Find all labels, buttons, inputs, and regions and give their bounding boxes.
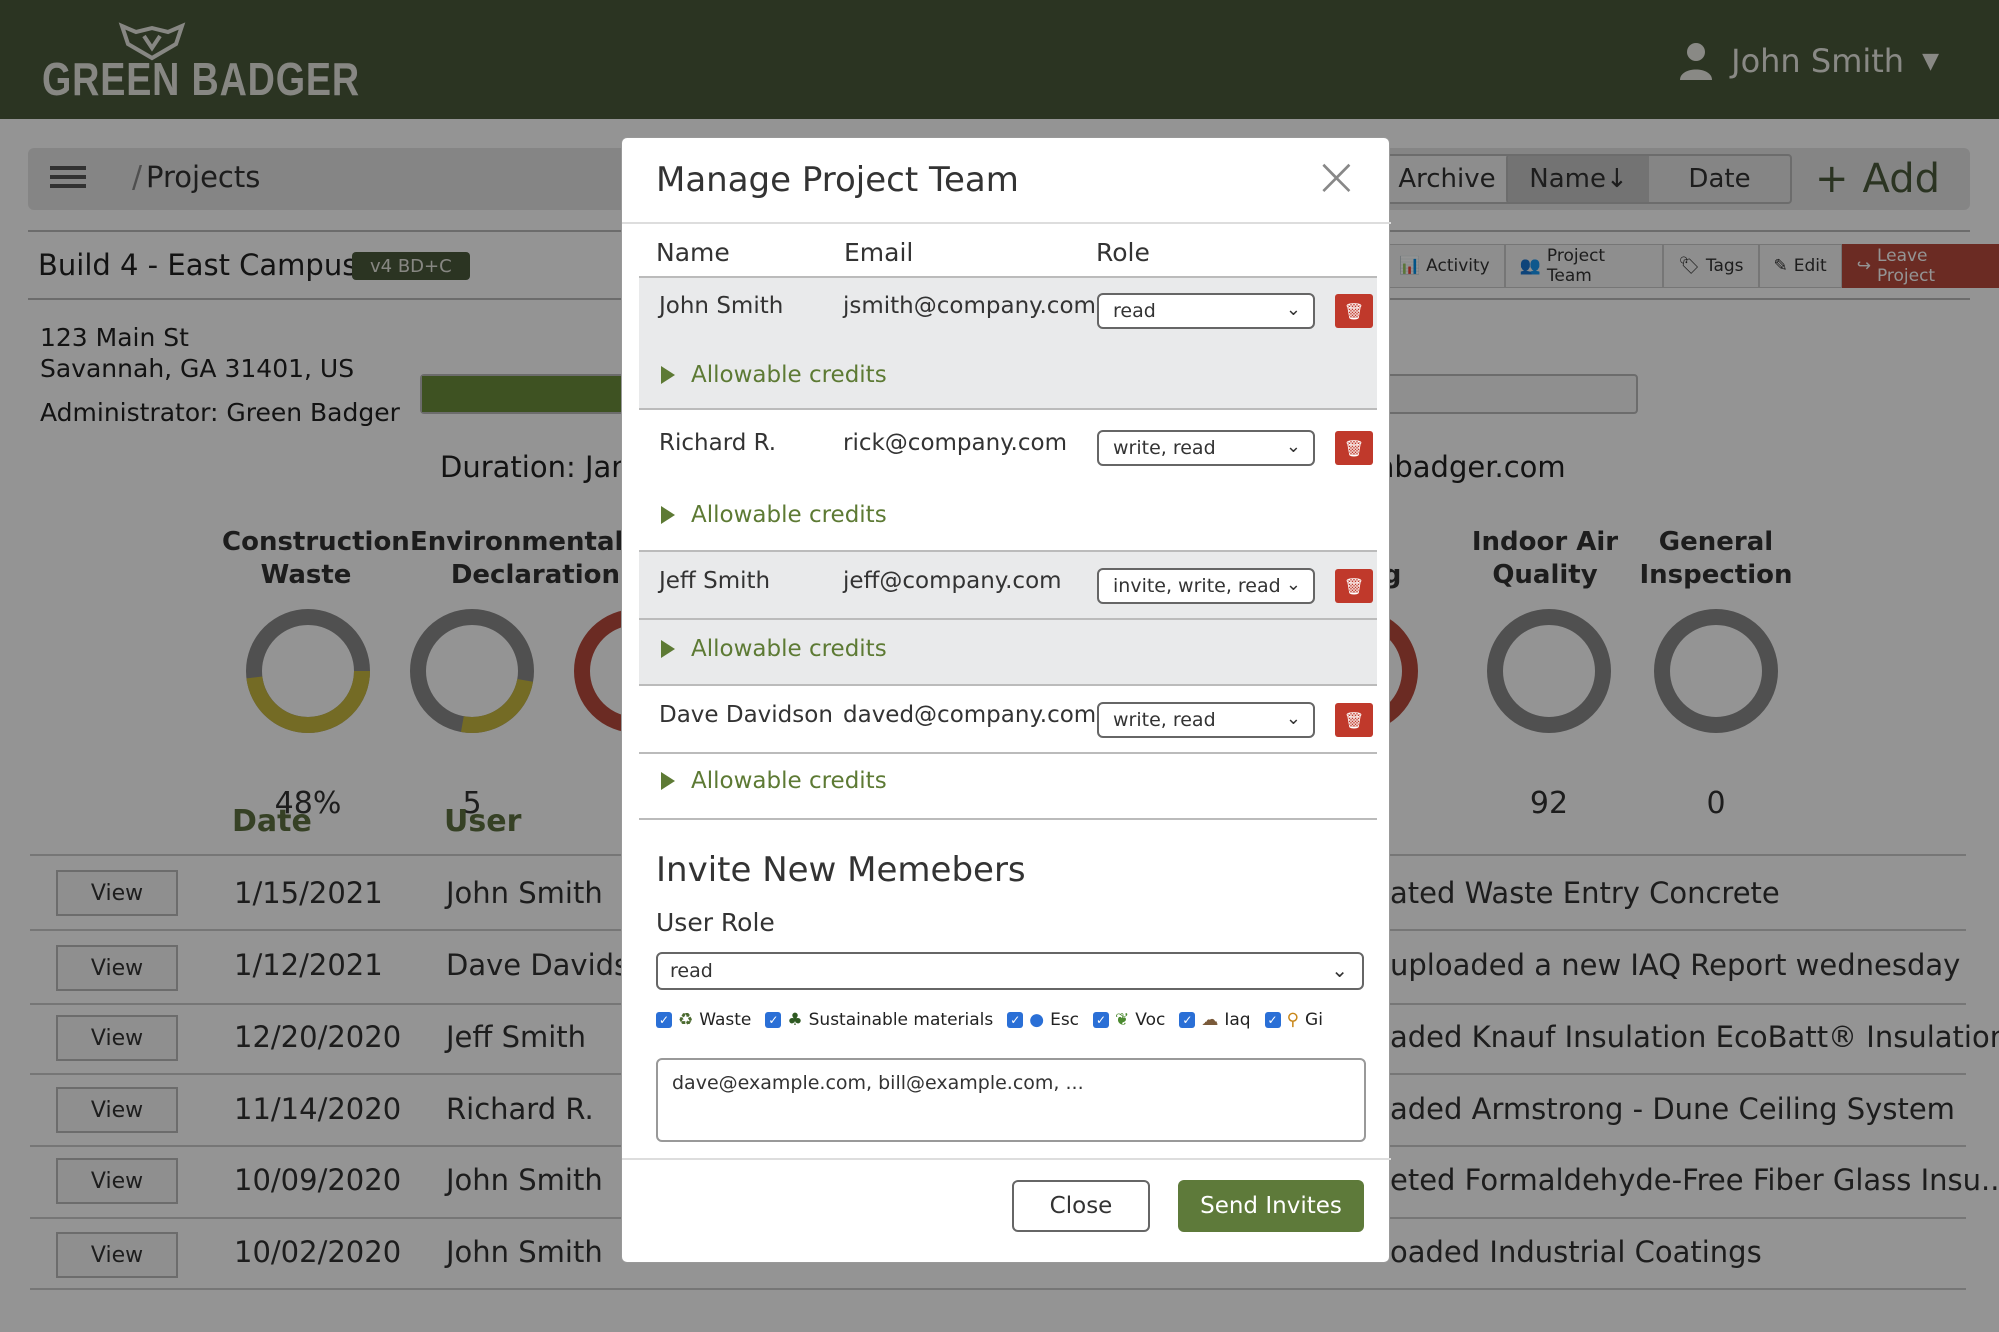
- category-label: Waste: [699, 1010, 752, 1030]
- triangle-right-icon: [661, 506, 675, 524]
- triangle-right-icon: [661, 366, 675, 384]
- trash-icon: 🗑: [1343, 301, 1365, 321]
- trash-icon: 🗑: [1343, 438, 1365, 458]
- row-divider: [639, 408, 1377, 410]
- manage-project-team-modal: Manage Project Team × Name Email Role Jo…: [621, 137, 1391, 1263]
- user-role-label: User Role: [656, 908, 775, 937]
- leaf-icon: ❦: [1115, 1010, 1130, 1030]
- category-label: Esc: [1050, 1010, 1080, 1030]
- checkbox-checked-icon[interactable]: ✓: [1264, 1012, 1281, 1028]
- column-header-role: Role: [1096, 238, 1150, 267]
- modal-divider: [622, 222, 1391, 224]
- chevron-down-icon: ⌄: [1285, 708, 1301, 729]
- send-invites-button[interactable]: Send Invites: [1178, 1180, 1364, 1232]
- member-role-select[interactable]: invite, write, read ⌄: [1097, 568, 1315, 604]
- user-role-select[interactable]: read ⌄: [656, 952, 1364, 990]
- trash-icon: 🗑: [1343, 710, 1365, 730]
- member-name: Jeff Smith: [659, 568, 771, 594]
- invite-section-title: Invite New Memebers: [656, 850, 1026, 890]
- category-label: Iaq: [1224, 1010, 1251, 1030]
- role-value: invite, write, read: [1113, 575, 1281, 597]
- row-divider: [639, 684, 1377, 686]
- user-role-value: read: [670, 960, 713, 982]
- tree-icon: ♣: [787, 1010, 803, 1030]
- chevron-down-icon: ⌄: [1331, 958, 1348, 982]
- member-role-select[interactable]: write, read ⌄: [1097, 430, 1315, 466]
- role-value: write, read: [1113, 709, 1216, 731]
- member-name: John Smith: [659, 293, 784, 319]
- category-label: Gi: [1305, 1010, 1323, 1030]
- row-divider: [639, 818, 1377, 820]
- role-value: read: [1113, 300, 1156, 322]
- droplet-icon: ●: [1029, 1010, 1045, 1030]
- role-value: write, read: [1113, 437, 1216, 459]
- chevron-down-icon: ⌄: [1285, 299, 1301, 320]
- chevron-down-icon: ⌄: [1285, 436, 1301, 457]
- category-gi[interactable]: ✓ ⚲ Gi: [1264, 1010, 1323, 1030]
- triangle-right-icon: [661, 640, 675, 658]
- column-header-name: Name: [656, 238, 730, 267]
- checkbox-checked-icon[interactable]: ✓: [656, 1012, 672, 1028]
- chevron-down-icon: ⌄: [1285, 574, 1301, 595]
- credit-category-checkboxes: ✓ ♻ Waste ✓ ♣ Sustainable materials ✓ ● Esc ✓ ❦…: [656, 1010, 1323, 1030]
- allowable-credits-toggle[interactable]: Allowable credits: [661, 768, 887, 794]
- member-role-select[interactable]: read ⌄: [1097, 293, 1315, 329]
- member-name: Richard R.: [659, 430, 777, 456]
- delete-member-button[interactable]: 🗑: [1335, 431, 1373, 465]
- member-email: rick@company.com: [843, 430, 1067, 456]
- trash-icon: 🗑: [1343, 576, 1365, 596]
- allowable-credits-label: Allowable credits: [691, 362, 887, 388]
- delete-member-button[interactable]: 🗑: [1335, 294, 1373, 328]
- member-role-select[interactable]: write, read ⌄: [1097, 702, 1315, 738]
- category-waste[interactable]: ✓ ♻ Waste: [656, 1010, 751, 1030]
- checkbox-checked-icon[interactable]: ✓: [1007, 1012, 1024, 1028]
- allowable-credits-toggle[interactable]: Allowable credits: [661, 636, 887, 662]
- recycle-icon: ♻: [678, 1010, 694, 1030]
- category-label: Sustainable materials: [808, 1010, 994, 1030]
- allowable-credits-label: Allowable credits: [691, 768, 887, 794]
- modal-divider: [622, 1158, 1391, 1160]
- delete-member-button[interactable]: 🗑: [1335, 703, 1373, 737]
- invite-emails-textarea[interactable]: dave@example.com, bill@example.com, ...: [656, 1058, 1366, 1142]
- allowable-credits-label: Allowable credits: [691, 502, 887, 528]
- column-header-email: Email: [844, 238, 914, 267]
- allowable-credits-toggle[interactable]: Allowable credits: [661, 362, 887, 388]
- checkbox-checked-icon[interactable]: ✓: [1179, 1012, 1196, 1028]
- close-icon[interactable]: ×: [1314, 150, 1359, 204]
- checkbox-checked-icon[interactable]: ✓: [1093, 1012, 1110, 1028]
- category-label: Voc: [1135, 1010, 1166, 1030]
- close-button[interactable]: Close: [1012, 1180, 1150, 1232]
- delete-member-button[interactable]: 🗑: [1335, 569, 1373, 603]
- category-voc[interactable]: ✓ ❦ Voc: [1093, 1010, 1165, 1030]
- allowable-credits-label: Allowable credits: [691, 636, 887, 662]
- category-sustainable-materials[interactable]: ✓ ♣ Sustainable materials: [765, 1010, 993, 1030]
- triangle-right-icon: [661, 772, 675, 790]
- allowable-credits-toggle[interactable]: Allowable credits: [661, 502, 887, 528]
- checkbox-checked-icon[interactable]: ✓: [765, 1012, 782, 1028]
- magnifier-icon: ⚲: [1286, 1010, 1300, 1030]
- category-esc[interactable]: ✓ ● Esc: [1007, 1010, 1079, 1030]
- member-email: jsmith@company.com: [843, 293, 1096, 319]
- category-iaq[interactable]: ✓ ☁ Iaq: [1179, 1010, 1251, 1030]
- member-name: Dave Davidson: [659, 702, 833, 728]
- member-email: jeff@company.com: [843, 568, 1062, 594]
- cloud-icon: ☁: [1201, 1010, 1219, 1030]
- row-divider: [639, 752, 1377, 754]
- modal-title: Manage Project Team: [656, 160, 1019, 200]
- member-email: daved@company.com: [843, 702, 1097, 728]
